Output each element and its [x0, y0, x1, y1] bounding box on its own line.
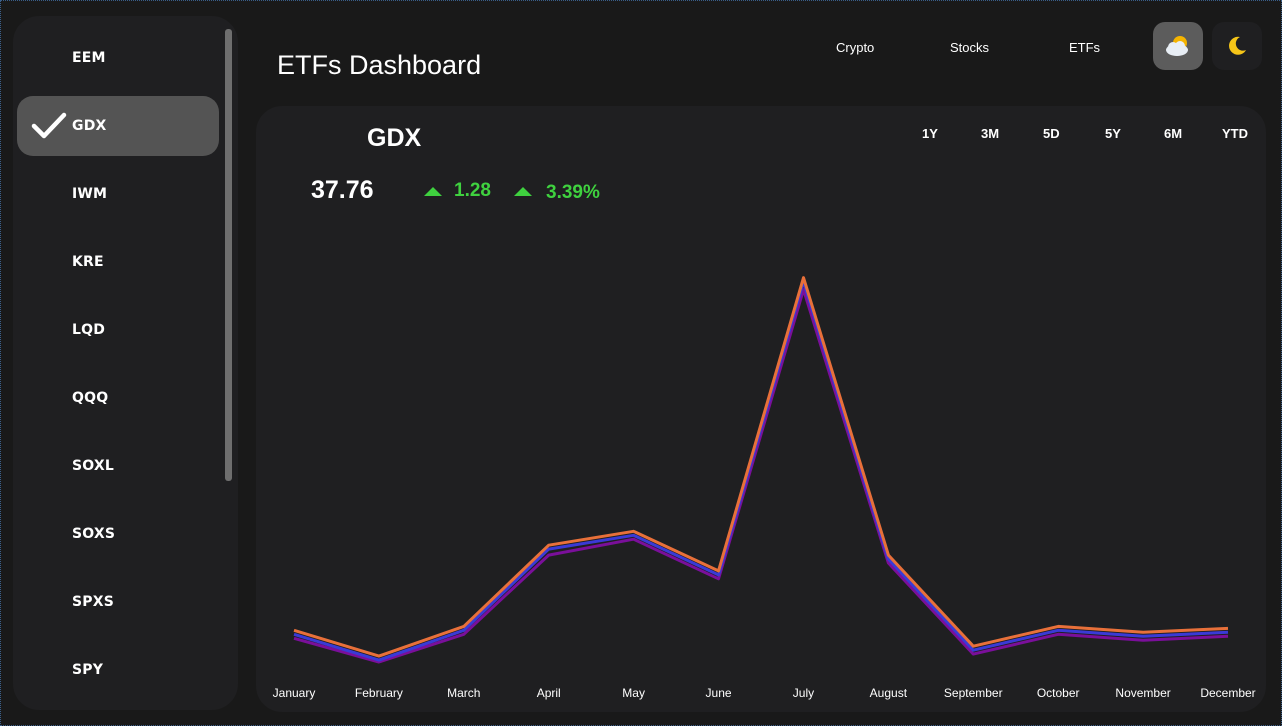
nav-stocks[interactable]: Stocks	[950, 40, 989, 55]
page-title: ETFs Dashboard	[277, 50, 482, 80]
x-tick-label: October	[1037, 686, 1080, 700]
partly-cloudy-icon	[1166, 36, 1188, 56]
series-line-0	[293, 288, 1229, 664]
sidebar-item-qqq[interactable]: QQQ	[17, 368, 219, 428]
sidebar-item-label: EEM	[72, 50, 106, 66]
sidebar-item-lqd[interactable]: LQD	[17, 300, 219, 360]
x-tick-label: December	[1200, 686, 1255, 700]
sidebar-item-label: SOXL	[72, 458, 115, 474]
range-1y-button[interactable]: 1Y	[922, 126, 938, 141]
x-tick-label: July	[793, 686, 814, 700]
sidebar-scrollbar[interactable]	[225, 29, 232, 481]
dark-theme-button[interactable]	[1212, 22, 1262, 70]
moon-icon	[1229, 36, 1246, 55]
sidebar-item-gdx[interactable]: GDX	[17, 96, 219, 156]
up-arrow-icon	[424, 187, 442, 196]
sidebar-item-kre[interactable]: KRE	[17, 232, 219, 292]
sidebar-item-spxs[interactable]: SPXS	[17, 572, 219, 632]
nav-crypto[interactable]: Crypto	[836, 40, 874, 55]
sidebar-item-label: SOXS	[72, 526, 116, 542]
sidebar-item-soxl[interactable]: SOXL	[17, 436, 219, 496]
x-tick-label: January	[273, 686, 316, 700]
sidebar-item-label: LQD	[72, 322, 106, 338]
sidebar-item-label: IWM	[72, 186, 108, 202]
selected-ticker: GDX	[367, 124, 422, 152]
nav-etfs[interactable]: ETFs	[1069, 40, 1100, 55]
range-3m-button[interactable]: 3M	[981, 126, 999, 141]
ticker-sidebar: EEM GDX IWM KRE LQD QQQ SOXL SOXS SPXS SPY	[13, 16, 238, 710]
sidebar-item-label: SPY	[72, 662, 104, 678]
price-change: 1.28	[454, 180, 491, 201]
sidebar-item-spy[interactable]: SPY	[17, 640, 219, 700]
range-5y-button[interactable]: 5Y	[1105, 126, 1121, 141]
sidebar-item-soxs[interactable]: SOXS	[17, 504, 219, 564]
x-tick-label: August	[870, 686, 908, 700]
x-tick-label: May	[622, 686, 645, 700]
range-5d-button[interactable]: 5D	[1043, 126, 1060, 141]
sidebar-item-label: KRE	[72, 254, 104, 270]
percent-change: 3.39%	[546, 182, 600, 203]
sidebar-item-label: QQQ	[72, 390, 109, 406]
series-line-2	[293, 276, 1229, 658]
range-6m-button[interactable]: 6M	[1164, 126, 1182, 141]
x-tick-label: September	[944, 686, 1003, 700]
sidebar-item-label: SPXS	[72, 594, 115, 610]
checkmark-icon	[31, 112, 67, 139]
series-line-1	[293, 280, 1229, 662]
light-theme-button[interactable]	[1153, 22, 1203, 70]
up-arrow-icon	[514, 187, 532, 196]
x-tick-label: April	[537, 686, 561, 700]
sidebar-item-iwm[interactable]: IWM	[17, 164, 219, 224]
price-line-chart: January February March April May June July Augu…	[273, 276, 1256, 700]
current-price: 37.76	[311, 176, 374, 204]
x-tick-label: November	[1115, 686, 1170, 700]
x-tick-label: February	[355, 686, 403, 700]
sidebar-item-label: GDX	[72, 118, 107, 134]
sidebar-item-eem[interactable]: EEM	[17, 28, 219, 88]
x-tick-label: June	[706, 686, 732, 700]
x-tick-label: March	[447, 686, 480, 700]
range-ytd-button[interactable]: YTD	[1222, 126, 1248, 141]
